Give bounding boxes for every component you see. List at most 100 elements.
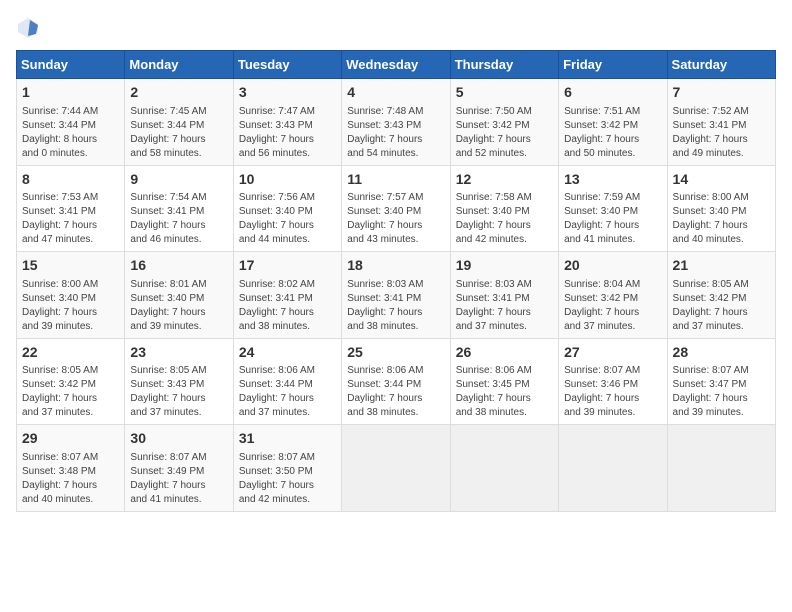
daylight-text-2: and 41 minutes. (564, 233, 661, 247)
day-number: 1 (22, 83, 119, 103)
daylight-text-1: Daylight: 7 hours (130, 306, 227, 320)
day-number: 5 (456, 83, 553, 103)
day-number: 27 (564, 343, 661, 363)
calendar-cell: 6Sunrise: 7:51 AMSunset: 3:42 PMDaylight… (559, 79, 667, 166)
day-info: Sunrise: 7:48 AMSunset: 3:43 PMDaylight:… (347, 105, 444, 161)
sunset-text: Sunset: 3:44 PM (130, 119, 227, 133)
day-info: Sunrise: 8:03 AMSunset: 3:41 PMDaylight:… (347, 278, 444, 334)
daylight-text-1: Daylight: 7 hours (239, 133, 336, 147)
sunset-text: Sunset: 3:44 PM (239, 378, 336, 392)
daylight-text-1: Daylight: 7 hours (347, 392, 444, 406)
sunset-text: Sunset: 3:43 PM (347, 119, 444, 133)
calendar-cell: 7Sunrise: 7:52 AMSunset: 3:41 PMDaylight… (667, 79, 775, 166)
weekday-header-wednesday: Wednesday (342, 51, 450, 79)
daylight-text-1: Daylight: 7 hours (564, 219, 661, 233)
daylight-text-2: and 54 minutes. (347, 147, 444, 161)
day-number: 25 (347, 343, 444, 363)
daylight-text-1: Daylight: 7 hours (22, 392, 119, 406)
sunset-text: Sunset: 3:41 PM (456, 292, 553, 306)
daylight-text-2: and 42 minutes. (456, 233, 553, 247)
sunrise-text: Sunrise: 8:04 AM (564, 278, 661, 292)
sunset-text: Sunset: 3:43 PM (239, 119, 336, 133)
day-number: 23 (130, 343, 227, 363)
sunset-text: Sunset: 3:48 PM (22, 465, 119, 479)
daylight-text-1: Daylight: 7 hours (239, 479, 336, 493)
daylight-text-1: Daylight: 7 hours (456, 392, 553, 406)
calendar-cell (667, 425, 775, 512)
day-info: Sunrise: 7:50 AMSunset: 3:42 PMDaylight:… (456, 105, 553, 161)
sunset-text: Sunset: 3:41 PM (130, 205, 227, 219)
daylight-text-1: Daylight: 8 hours (22, 133, 119, 147)
calendar-cell: 14Sunrise: 8:00 AMSunset: 3:40 PMDayligh… (667, 165, 775, 252)
day-info: Sunrise: 7:56 AMSunset: 3:40 PMDaylight:… (239, 191, 336, 247)
day-number: 8 (22, 170, 119, 190)
day-info: Sunrise: 7:57 AMSunset: 3:40 PMDaylight:… (347, 191, 444, 247)
calendar-cell: 25Sunrise: 8:06 AMSunset: 3:44 PMDayligh… (342, 338, 450, 425)
sunrise-text: Sunrise: 8:05 AM (130, 364, 227, 378)
sunset-text: Sunset: 3:42 PM (564, 119, 661, 133)
daylight-text-1: Daylight: 7 hours (239, 306, 336, 320)
daylight-text-1: Daylight: 7 hours (347, 219, 444, 233)
day-info: Sunrise: 8:07 AMSunset: 3:50 PMDaylight:… (239, 451, 336, 507)
daylight-text-2: and 40 minutes. (22, 493, 119, 507)
calendar-cell: 16Sunrise: 8:01 AMSunset: 3:40 PMDayligh… (125, 252, 233, 339)
sunrise-text: Sunrise: 8:06 AM (347, 364, 444, 378)
daylight-text-1: Daylight: 7 hours (22, 479, 119, 493)
daylight-text-1: Daylight: 7 hours (564, 133, 661, 147)
day-info: Sunrise: 7:53 AMSunset: 3:41 PMDaylight:… (22, 191, 119, 247)
sunrise-text: Sunrise: 7:52 AM (673, 105, 770, 119)
sunrise-text: Sunrise: 7:50 AM (456, 105, 553, 119)
sunrise-text: Sunrise: 7:54 AM (130, 191, 227, 205)
sunrise-text: Sunrise: 7:58 AM (456, 191, 553, 205)
daylight-text-2: and 52 minutes. (456, 147, 553, 161)
daylight-text-1: Daylight: 7 hours (456, 306, 553, 320)
day-info: Sunrise: 8:05 AMSunset: 3:42 PMDaylight:… (673, 278, 770, 334)
daylight-text-1: Daylight: 7 hours (564, 306, 661, 320)
day-number: 20 (564, 256, 661, 276)
sunset-text: Sunset: 3:42 PM (673, 292, 770, 306)
week-row-1: 1Sunrise: 7:44 AMSunset: 3:44 PMDaylight… (17, 79, 776, 166)
calendar-cell: 8Sunrise: 7:53 AMSunset: 3:41 PMDaylight… (17, 165, 125, 252)
weekday-header-sunday: Sunday (17, 51, 125, 79)
day-info: Sunrise: 8:03 AMSunset: 3:41 PMDaylight:… (456, 278, 553, 334)
sunset-text: Sunset: 3:42 PM (456, 119, 553, 133)
sunrise-text: Sunrise: 8:07 AM (22, 451, 119, 465)
weekday-header-saturday: Saturday (667, 51, 775, 79)
sunset-text: Sunset: 3:40 PM (22, 292, 119, 306)
day-number: 6 (564, 83, 661, 103)
daylight-text-1: Daylight: 7 hours (456, 133, 553, 147)
daylight-text-2: and 42 minutes. (239, 493, 336, 507)
day-info: Sunrise: 7:58 AMSunset: 3:40 PMDaylight:… (456, 191, 553, 247)
week-row-2: 8Sunrise: 7:53 AMSunset: 3:41 PMDaylight… (17, 165, 776, 252)
day-info: Sunrise: 8:02 AMSunset: 3:41 PMDaylight:… (239, 278, 336, 334)
daylight-text-1: Daylight: 7 hours (564, 392, 661, 406)
calendar-cell: 13Sunrise: 7:59 AMSunset: 3:40 PMDayligh… (559, 165, 667, 252)
daylight-text-1: Daylight: 7 hours (22, 306, 119, 320)
sunrise-text: Sunrise: 7:56 AM (239, 191, 336, 205)
daylight-text-1: Daylight: 7 hours (673, 219, 770, 233)
sunset-text: Sunset: 3:49 PM (130, 465, 227, 479)
sunrise-text: Sunrise: 8:00 AM (22, 278, 119, 292)
week-row-4: 22Sunrise: 8:05 AMSunset: 3:42 PMDayligh… (17, 338, 776, 425)
day-info: Sunrise: 8:06 AMSunset: 3:44 PMDaylight:… (347, 364, 444, 420)
logo-icon (16, 16, 40, 40)
day-info: Sunrise: 7:54 AMSunset: 3:41 PMDaylight:… (130, 191, 227, 247)
calendar-cell: 10Sunrise: 7:56 AMSunset: 3:40 PMDayligh… (233, 165, 341, 252)
sunset-text: Sunset: 3:46 PM (564, 378, 661, 392)
daylight-text-2: and 50 minutes. (564, 147, 661, 161)
daylight-text-1: Daylight: 7 hours (239, 392, 336, 406)
daylight-text-2: and 38 minutes. (456, 406, 553, 420)
day-info: Sunrise: 7:59 AMSunset: 3:40 PMDaylight:… (564, 191, 661, 247)
calendar-cell: 15Sunrise: 8:00 AMSunset: 3:40 PMDayligh… (17, 252, 125, 339)
daylight-text-1: Daylight: 7 hours (673, 392, 770, 406)
sunset-text: Sunset: 3:41 PM (347, 292, 444, 306)
calendar-cell: 21Sunrise: 8:05 AMSunset: 3:42 PMDayligh… (667, 252, 775, 339)
daylight-text-2: and 37 minutes. (239, 406, 336, 420)
daylight-text-1: Daylight: 7 hours (130, 479, 227, 493)
daylight-text-2: and 47 minutes. (22, 233, 119, 247)
day-number: 19 (456, 256, 553, 276)
daylight-text-2: and 49 minutes. (673, 147, 770, 161)
day-number: 9 (130, 170, 227, 190)
day-number: 14 (673, 170, 770, 190)
sunset-text: Sunset: 3:40 PM (673, 205, 770, 219)
